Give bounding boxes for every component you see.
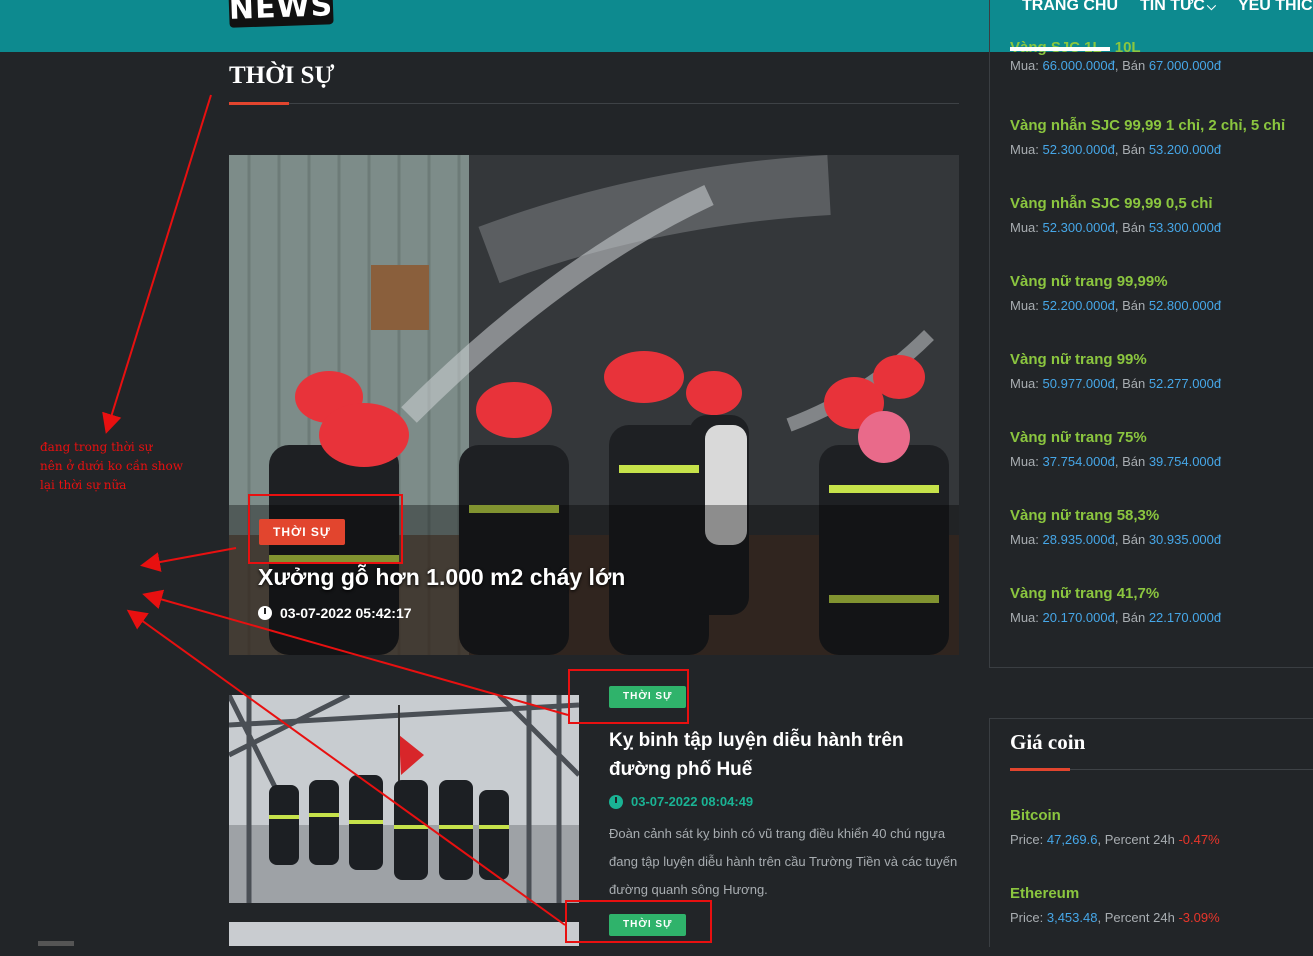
site-logo[interactable]: NEWS: [228, 0, 334, 28]
list-item: Vàng SJC 1L - 10L Mua: 66.000.000đ, Bán …: [1010, 32, 1310, 110]
horizontal-scrollbar[interactable]: [38, 941, 74, 946]
list-item: Vàng nhẫn SJC 99,99 1 chỉ, 2 chỉ, 5 chỉ …: [1010, 110, 1310, 188]
hero-date: 03-07-2022 05:42:17: [258, 605, 412, 621]
coin-name: Bitcoin: [1010, 807, 1061, 824]
gold-price-list: Vàng SJC 1L - 10L Mua: 66.000.000đ, Bán …: [1010, 38, 1310, 656]
gold-price: Mua: 52.300.000đ, Bán 53.200.000đ: [1010, 142, 1222, 157]
gold-name: Vàng nữ trang 99%: [1010, 351, 1147, 368]
article-thumbnail[interactable]: [229, 922, 579, 946]
gold-price: Mua: 66.000.000đ, Bán 67.000.000đ: [1010, 58, 1222, 73]
gold-name: Vàng nữ trang 41,7%: [1010, 585, 1160, 602]
list-item: Ethereum Price: 3,453.48, Percent 24h -3…: [1010, 878, 1310, 956]
gold-name: Vàng nhẫn SJC 99,99 0,5 chỉ: [1010, 195, 1213, 212]
gold-price: Mua: 52.200.000đ, Bán 52.800.000đ: [1010, 298, 1222, 313]
gold-price: Mua: 37.754.000đ, Bán 39.754.000đ: [1010, 454, 1222, 469]
article-thumbnail[interactable]: [229, 695, 579, 903]
gold-name: Vàng nữ trang 75%: [1010, 429, 1147, 446]
logo-text: NEWS: [228, 0, 334, 27]
annotation-box: [568, 669, 689, 724]
gold-name: Vàng nữ trang 58,3%: [1010, 507, 1160, 524]
list-item: Vàng nữ trang 58,3% Mua: 28.935.000đ, Bá…: [1010, 500, 1310, 578]
section-title: THỜI SỰ: [229, 62, 335, 89]
gold-price: Mua: 28.935.000đ, Bán 30.935.000đ: [1010, 532, 1222, 547]
coin-price-list: Bitcoin Price: 47,269.6, Percent 24h -0.…: [1010, 800, 1310, 956]
list-item: Vàng nhẫn SJC 99,99 0,5 chỉ Mua: 52.300.…: [1010, 188, 1310, 266]
section-divider: [229, 103, 959, 104]
article-date: 03-07-2022 08:04:49: [609, 794, 753, 809]
coin-price: Price: 3,453.48, Percent 24h -3.09%: [1010, 910, 1220, 925]
coin-widget-title: Giá coin: [1010, 730, 1086, 754]
annotation-box: [565, 900, 712, 943]
hero-date-text: 03-07-2022 05:42:17: [280, 605, 412, 621]
gold-name: Vàng nữ trang 99,99%: [1010, 273, 1168, 290]
gold-price: Mua: 50.977.000đ, Bán 52.277.000đ: [1010, 376, 1222, 391]
gold-price: Mua: 52.300.000đ, Bán 53.300.000đ: [1010, 220, 1222, 235]
coin-name: Ethereum: [1010, 885, 1080, 902]
article-title[interactable]: Kỵ binh tập luyện diễu hành trên đường p…: [609, 726, 961, 784]
annotation-note: đang trong thời sự nên ở dưới ko cần sho…: [40, 440, 184, 492]
article-date-text: 03-07-2022 08:04:49: [631, 794, 754, 809]
article-description: Đoàn cảnh sát kỵ binh có vũ trang điều k…: [609, 826, 958, 897]
hero-title[interactable]: Xưởng gỗ hơn 1.000 m2 cháy lớn: [258, 564, 625, 591]
cavalry-illustration: [229, 695, 579, 903]
list-item: Bitcoin Price: 47,269.6, Percent 24h -0.…: [1010, 800, 1310, 878]
scroll-mask: [1010, 47, 1110, 51]
list-item: Vàng nữ trang 99% Mua: 50.977.000đ, Bán …: [1010, 344, 1310, 422]
gold-name: Vàng nhẫn SJC 99,99 1 chỉ, 2 chỉ, 5 chỉ: [1010, 117, 1286, 134]
section-accent-bar: [229, 102, 289, 105]
clock-icon: [258, 606, 272, 620]
gold-price: Mua: 20.170.000đ, Bán 22.170.000đ: [1010, 610, 1222, 625]
coin-accent-bar: [1010, 768, 1070, 771]
list-item: Vàng nữ trang 41,7% Mua: 20.170.000đ, Bá…: [1010, 578, 1310, 656]
annotation-box: [248, 494, 403, 564]
clock-icon: [609, 794, 623, 809]
list-item: Vàng nữ trang 99,99% Mua: 52.200.000đ, B…: [1010, 266, 1310, 344]
coin-price: Price: 47,269.6, Percent 24h -0.47%: [1010, 832, 1220, 847]
list-item: Vàng nữ trang 75% Mua: 37.754.000đ, Bán …: [1010, 422, 1310, 500]
